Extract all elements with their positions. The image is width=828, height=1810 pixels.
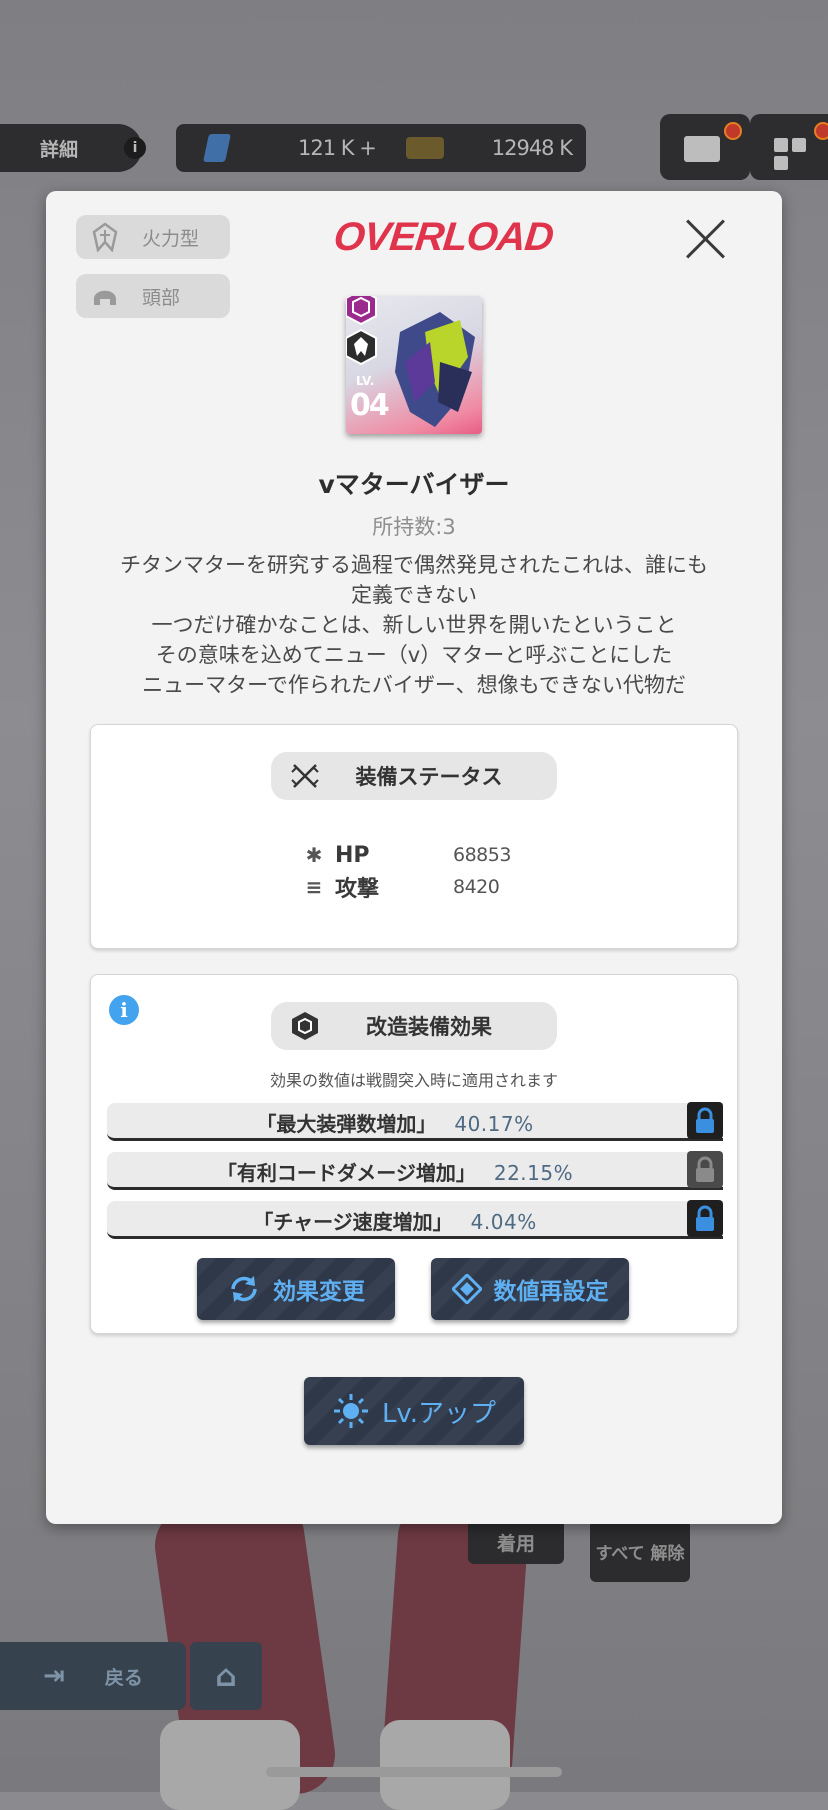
slot-tag-label: 頭部 — [142, 286, 181, 309]
back-label: 戻る — [104, 1666, 143, 1689]
level-value: 04 — [350, 388, 390, 423]
modification-panel: i 改造装備効果 効果の数値は戦闘突入時に適用されます 「最大装弾数増加」 40.… — [90, 974, 738, 1334]
lock-toggle[interactable] — [687, 1151, 723, 1188]
level-label: LV. — [356, 374, 375, 388]
change-effect-label: 効果変更 — [273, 1279, 365, 1305]
change-effect-button[interactable]: 効果変更 — [197, 1258, 395, 1320]
description-line: 定義できない — [351, 583, 477, 607]
detail-button[interactable]: 詳細 i — [0, 124, 146, 172]
item-description: チタンマターを研究する過程で偶然発見されたこれは、誰にも 定義できない 一つだけ… — [76, 550, 752, 700]
equipment-detail-modal: 火力型 頭部 OVERLOAD LV. 04 vマターバイザー 所持数:3 チタ… — [46, 191, 782, 1524]
effect-name: 「最大装弾数増加」 — [256, 1112, 437, 1136]
attack-label: 攻撃 — [335, 877, 380, 902]
effect-value: 22.15% — [493, 1161, 574, 1185]
firepower-badge-icon — [346, 328, 380, 366]
level-up-label: Lv.アップ — [381, 1398, 497, 1429]
status-header: 装備ステータス — [271, 752, 557, 800]
mail-button[interactable] — [660, 114, 750, 180]
info-icon: i — [124, 137, 146, 159]
reset-values-label: 数値再設定 — [493, 1279, 609, 1305]
menu-button[interactable] — [750, 114, 828, 180]
equipment-status-panel: 装備ステータス ✱ HP 68853 ≡ 攻撃 8420 — [90, 724, 738, 949]
item-name: vマターバイザー — [318, 470, 510, 499]
modification-title: 改造装備効果 — [366, 1015, 492, 1039]
sparkle-gear-icon — [332, 1392, 370, 1430]
hp-label: HP — [335, 842, 370, 868]
info-icon[interactable]: i — [109, 995, 139, 1025]
detail-label: 詳細 — [40, 138, 79, 161]
ticket-amount: 12948 K — [491, 136, 573, 160]
exit-icon: ⇥ — [43, 1661, 65, 1691]
effect-row: 「最大装弾数増加」 40.17% — [107, 1102, 723, 1141]
close-button[interactable] — [684, 217, 728, 261]
ticket-icon — [406, 137, 444, 159]
character-sock-right — [380, 1720, 510, 1810]
asterisk-icon: ✱ — [305, 843, 323, 867]
attack-value: 8420 — [453, 876, 500, 898]
equip-button[interactable]: 着用 — [468, 1520, 564, 1564]
item-card: LV. 04 — [346, 296, 482, 434]
home-button[interactable]: ⌂ — [190, 1642, 262, 1710]
stat-hp: ✱ HP 68853 — [301, 840, 541, 870]
mail-icon — [684, 136, 720, 162]
currency-bar: 121 K + 12948 K — [176, 124, 586, 172]
lock-closed-icon — [696, 1205, 714, 1231]
notification-dot — [724, 122, 742, 140]
lock-closed-icon — [696, 1107, 714, 1133]
hp-value: 68853 — [453, 844, 511, 866]
effect-value: 40.17% — [454, 1112, 534, 1136]
modification-badge-icon — [346, 296, 380, 326]
effect-name: 「有利コードダメージ増加」 — [216, 1161, 476, 1185]
level-up-button[interactable]: Lv.アップ — [304, 1377, 524, 1445]
slot-tag: 頭部 — [76, 274, 230, 318]
overload-logo: OVERLOAD — [331, 215, 556, 259]
lock-toggle[interactable] — [687, 1102, 723, 1139]
back-button[interactable]: ⇥ 戻る — [0, 1642, 186, 1710]
lock-open-icon — [696, 1156, 714, 1182]
status-title: 装備ステータス — [355, 765, 503, 789]
character-sock-left — [160, 1720, 300, 1810]
crossed-swords-icon — [289, 760, 321, 792]
home-icon: ⌂ — [215, 1658, 237, 1694]
home-indicator[interactable] — [266, 1767, 562, 1777]
stat-attack: ≡ 攻撃 8420 — [301, 872, 541, 902]
type-tag: 火力型 — [76, 215, 230, 259]
notification-dot — [814, 122, 828, 140]
effect-row: 「チャージ速度増加」 4.04% — [107, 1200, 723, 1239]
owned-count: 所持数:3 — [372, 515, 456, 539]
description-line: ニューマターで作られたバイザー、想像もできない代物だ — [142, 673, 686, 697]
helmet-icon — [88, 279, 122, 313]
gem-icon — [203, 134, 231, 162]
visor-image — [380, 302, 480, 434]
gem-amount[interactable]: 121 K + — [298, 136, 377, 160]
effect-value: 4.04% — [470, 1210, 537, 1234]
reset-values-button[interactable]: 数値再設定 — [431, 1258, 629, 1320]
description-line: その意味を込めてニュー（v）マターと呼ぶことにした — [155, 643, 673, 667]
description-line: チタンマターを研究する過程で偶然発見されたこれは、誰にも — [120, 553, 708, 577]
type-tag-label: 火力型 — [142, 227, 200, 250]
effect-name: 「チャージ速度増加」 — [253, 1210, 453, 1234]
ammo-icon: ≡ — [305, 875, 323, 899]
description-line: 一つだけ確かなことは、新しい世界を開いたということ — [151, 613, 677, 637]
lock-toggle[interactable] — [687, 1200, 723, 1237]
firepower-type-icon — [88, 220, 122, 254]
modification-header: 改造装備効果 — [271, 1002, 557, 1050]
grid-icon — [774, 138, 788, 152]
effect-row: 「有利コードダメージ増加」 22.15% — [107, 1151, 723, 1190]
unequip-all-button[interactable]: すべて 解除 — [590, 1520, 690, 1582]
modification-hexagon-icon — [289, 1010, 321, 1042]
effect-note: 効果の数値は戦闘突入時に適用されます — [269, 1071, 558, 1090]
diamond-target-icon — [451, 1274, 482, 1304]
refresh-icon — [227, 1272, 261, 1306]
